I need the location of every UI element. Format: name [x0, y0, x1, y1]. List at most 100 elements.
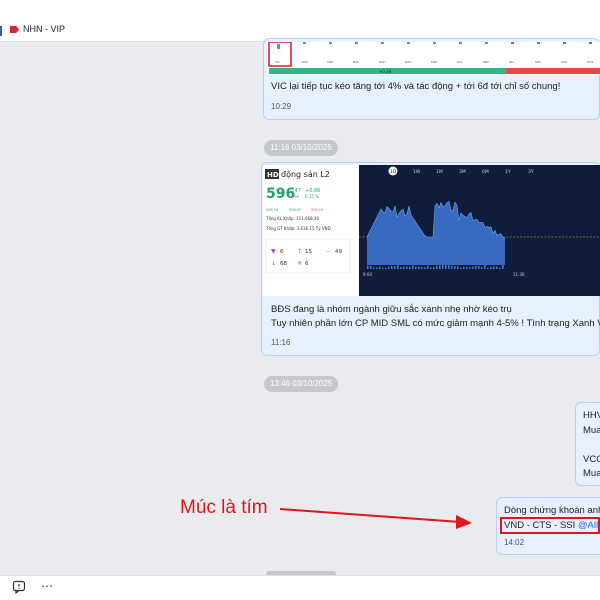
strip-label: +0,38	[379, 69, 392, 74]
message-time: 11:16	[271, 338, 291, 347]
volume-bar	[409, 266, 411, 269]
volume-bar	[439, 265, 441, 269]
tick-label: PDR	[431, 60, 437, 64]
volume-bar	[424, 267, 426, 269]
volume-bar	[391, 265, 393, 269]
composer-toolbar: ⋯	[0, 575, 600, 600]
svg-text:▼: ▼	[271, 248, 276, 255]
left-marker	[0, 26, 2, 36]
svg-text:11:30: 11:30	[513, 272, 525, 277]
loss-strip	[506, 68, 600, 74]
message-time: 14:02	[504, 538, 525, 547]
impact-bar	[329, 42, 332, 44]
volume-bar	[448, 265, 450, 269]
volume-bar	[445, 265, 447, 269]
chat-header: NHN - VIP	[0, 0, 600, 42]
svg-text:PMI: PMI	[293, 195, 299, 199]
stock-list: VND - CTS - SSI	[504, 520, 576, 531]
tick-label: NVL	[353, 60, 359, 64]
svg-text:9:00: 9:00	[363, 272, 372, 277]
tick-label: SZC	[535, 60, 541, 64]
sticker-icon[interactable]	[12, 580, 26, 597]
impact-bar	[277, 44, 280, 49]
chat-title[interactable]: NHN - VIP	[23, 24, 65, 34]
message-text: VIC lại tiếp tục kéo tăng tới 4% và tác …	[271, 81, 561, 92]
impact-bar	[407, 42, 410, 44]
mention-all[interactable]: @All	[578, 520, 598, 531]
tick-label: KDH	[379, 60, 386, 64]
impact-bar	[459, 42, 462, 44]
volume-bar	[472, 266, 474, 269]
volume-bar	[463, 267, 465, 269]
volume-bar	[442, 265, 444, 269]
message-image[interactable]: HD động sản L2 596 .47 PMI +0,86 0.15 % …	[263, 165, 600, 296]
tick-label: VRE	[327, 60, 333, 64]
volume-bar	[379, 266, 381, 269]
impact-bar	[303, 42, 306, 44]
svg-text:—: —	[325, 249, 331, 255]
volume-bar	[388, 266, 390, 269]
volume-bar	[466, 266, 468, 269]
message-image[interactable]: VIC VHM VRE NVL KDH DXG PDR DIG KBC IDC SZC CEO DXS …	[267, 41, 600, 75]
volume-bar	[469, 267, 471, 269]
range-tab: 1D	[390, 169, 397, 175]
volume-bar	[454, 266, 456, 269]
range-tab: 1W	[413, 169, 421, 175]
volume-bar	[451, 265, 453, 269]
tick-label: DIG	[457, 60, 463, 64]
svg-text:0.15 %: 0.15 %	[305, 194, 319, 199]
message-text-line: BĐS đang là nhóm ngành giữu sắc xanh nhẹ…	[271, 304, 512, 315]
message-text-line: VCG	[583, 454, 600, 465]
svg-text:596.92: 596.92	[289, 208, 301, 212]
volume-bar	[433, 267, 435, 269]
volume-bar	[430, 267, 432, 269]
message-text-line: Mua	[583, 425, 600, 436]
svg-text:68: 68	[280, 261, 287, 267]
volume-bar	[376, 267, 378, 269]
volume-bar	[460, 267, 462, 269]
impact-bar	[589, 42, 592, 44]
volume-bar	[370, 266, 372, 269]
svg-text:↓: ↓	[271, 260, 276, 267]
volume-bar	[418, 266, 420, 269]
volume-bar	[457, 266, 459, 269]
message-text-line: Tuy nhiên phần lớn CP MID SML có mức giả…	[271, 318, 600, 329]
tick-label: VIC	[275, 60, 280, 64]
volume-bar	[478, 265, 480, 269]
svg-text:15: 15	[305, 249, 312, 255]
tick-label: DXG	[405, 60, 412, 64]
volume-bar	[475, 265, 477, 269]
message-text-line: HHV	[583, 410, 600, 421]
volume-bar	[382, 267, 384, 269]
volume-bar	[403, 266, 405, 269]
volume-bar	[499, 267, 501, 269]
volume-bar	[427, 265, 429, 269]
more-options-icon[interactable]: ⋯	[41, 579, 53, 593]
image-title: động sản L2	[281, 169, 330, 179]
svg-text:↑: ↑	[297, 248, 302, 255]
impact-bar	[433, 42, 436, 44]
message-time: 10:29	[271, 102, 292, 111]
svg-text:.47: .47	[293, 188, 301, 194]
impact-bar	[563, 42, 566, 44]
volume-bar	[490, 266, 492, 269]
range-tab: 6M	[482, 169, 489, 175]
annotation-text: Múc là tím	[180, 497, 268, 518]
index-chart-image: HD động sản L2 596 .47 PMI +0,86 0.15 % …	[263, 165, 600, 296]
volume-bar	[367, 265, 369, 269]
range-tab: 1Y	[505, 169, 511, 175]
volume-bar	[502, 265, 504, 269]
svg-text:✳: ✳	[297, 260, 302, 267]
volume-bar	[397, 265, 399, 269]
volume-bar	[487, 267, 489, 269]
svg-text:6: 6	[305, 261, 309, 267]
svg-text:HD: HD	[267, 171, 279, 179]
volume-bar	[484, 265, 486, 269]
date-separator: 13:46 03/10/2025	[264, 376, 339, 392]
tick-label: CEO	[561, 60, 568, 64]
volume-bar	[481, 267, 483, 269]
impact-bar	[485, 42, 488, 44]
range-tab: 3Y	[528, 169, 534, 175]
volume-bar	[394, 266, 396, 269]
tick-label: DXS	[587, 60, 593, 64]
